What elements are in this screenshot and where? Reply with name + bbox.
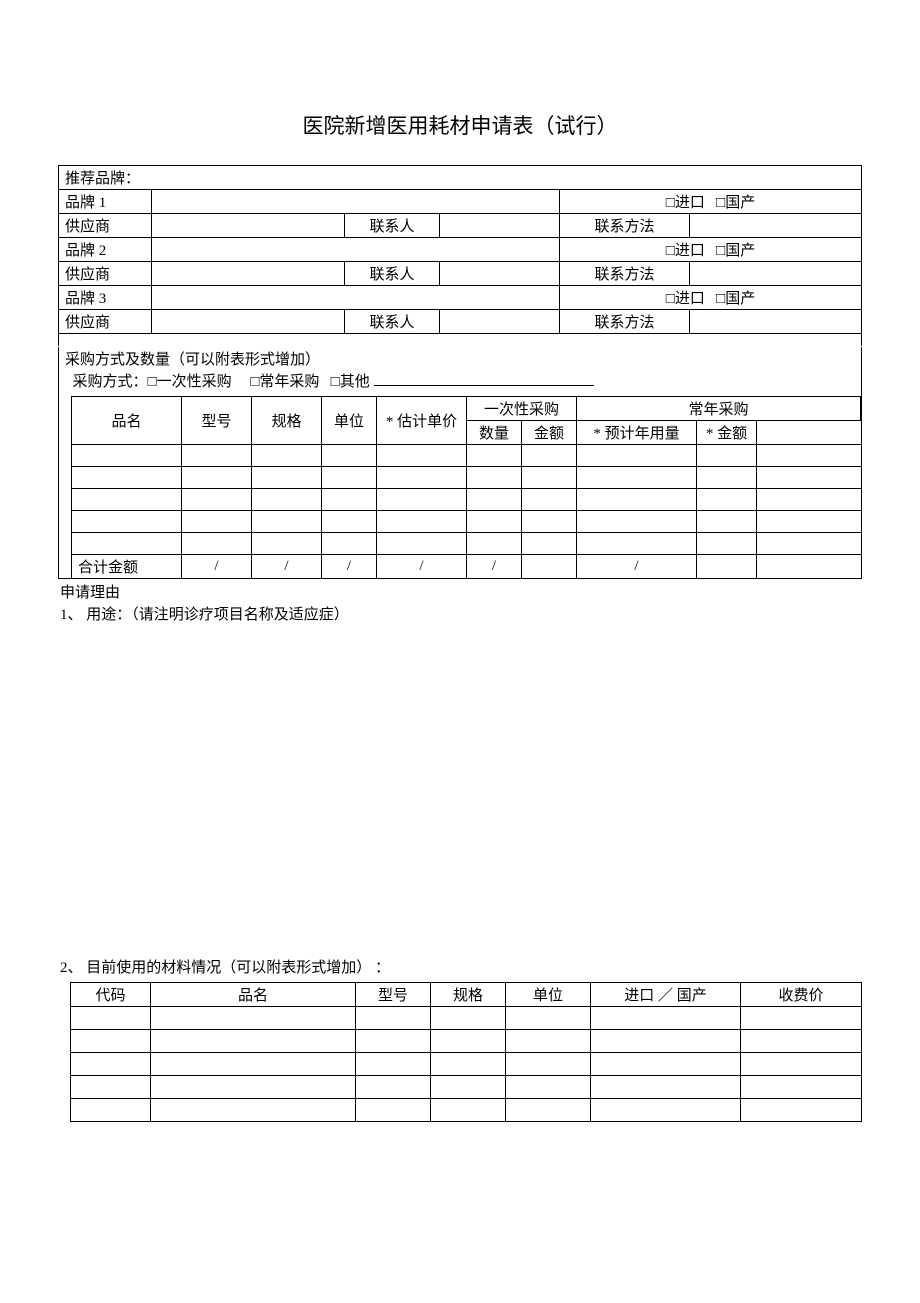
col-amt: 金额 bbox=[522, 420, 577, 444]
slash: / bbox=[577, 554, 697, 578]
col-model: 型号 bbox=[182, 396, 252, 444]
contactmethod1-value[interactable] bbox=[690, 214, 862, 238]
brand2-origin[interactable]: □进口 □国产 bbox=[560, 238, 862, 262]
contact3-label: 联系人 bbox=[345, 310, 440, 334]
spacer bbox=[59, 334, 862, 346]
item-row[interactable] bbox=[72, 444, 861, 466]
slash: / bbox=[322, 554, 377, 578]
total-label: 合计金额 bbox=[72, 554, 182, 578]
total-amt2[interactable] bbox=[697, 554, 757, 578]
contactmethod3-value[interactable] bbox=[690, 310, 862, 334]
contactmethod2-value[interactable] bbox=[690, 262, 862, 286]
supplier2-value[interactable] bbox=[152, 262, 345, 286]
materials-table: 代码 品名 型号 规格 单位 进口 ／ 国产 收费价 bbox=[70, 982, 862, 1122]
brand1-label: 品牌 1 bbox=[59, 190, 152, 214]
slash: / bbox=[182, 554, 252, 578]
mat-row[interactable] bbox=[71, 1099, 862, 1122]
col-annual: 常年采购 bbox=[577, 396, 861, 420]
item-row[interactable] bbox=[72, 488, 861, 510]
supplier1-label: 供应商 bbox=[59, 214, 152, 238]
mat-col-name: 品名 bbox=[151, 983, 356, 1007]
mat-col-code: 代码 bbox=[71, 983, 151, 1007]
mat-col-spec: 规格 bbox=[431, 983, 506, 1007]
contact2-label: 联系人 bbox=[345, 262, 440, 286]
rec-header: 推荐品牌： bbox=[59, 166, 862, 190]
items-table: 品名 型号 规格 单位 * 估计单价 一次性采购 常年采购 数量 金额 * 预计… bbox=[71, 396, 861, 578]
brand2-label: 品牌 2 bbox=[59, 238, 152, 262]
contactmethod2-label: 联系方法 bbox=[560, 262, 690, 286]
col-name: 品名 bbox=[72, 396, 182, 444]
brand1-value[interactable] bbox=[152, 190, 560, 214]
col-estprice: * 估计单价 bbox=[377, 396, 467, 444]
brands-table: 推荐品牌： 品牌 1 □进口 □国产 供应商 联系人 联系方法 品牌 2 □进口… bbox=[58, 165, 862, 346]
brand2-value[interactable] bbox=[152, 238, 560, 262]
col-spec: 规格 bbox=[252, 396, 322, 444]
brand1-origin[interactable]: □进口 □国产 bbox=[560, 190, 862, 214]
supplier1-value[interactable] bbox=[152, 214, 345, 238]
purchase-header: 采购方式及数量（可以附表形式增加） bbox=[65, 349, 855, 372]
contact1-label: 联系人 bbox=[345, 214, 440, 238]
slash: / bbox=[467, 554, 522, 578]
col-unit: 单位 bbox=[322, 396, 377, 444]
supplier3-label: 供应商 bbox=[59, 310, 152, 334]
col-qty: 数量 bbox=[467, 420, 522, 444]
brand3-label: 品牌 3 bbox=[59, 286, 152, 310]
supplier2-label: 供应商 bbox=[59, 262, 152, 286]
purchase-header-cell: 采购方式及数量（可以附表形式增加） 采购方式：□一次性采购 □常年采购 □其他 bbox=[59, 347, 862, 396]
col-extra bbox=[757, 420, 861, 444]
mat-row[interactable] bbox=[71, 1076, 862, 1099]
contactmethod3-label: 联系方法 bbox=[560, 310, 690, 334]
slash: / bbox=[252, 554, 322, 578]
contact3-value[interactable] bbox=[440, 310, 560, 334]
mat-col-unit: 单位 bbox=[506, 983, 591, 1007]
col-onetime: 一次性采购 bbox=[467, 396, 577, 420]
item-row[interactable] bbox=[72, 510, 861, 532]
purchase-mode-row[interactable]: 采购方式：□一次性采购 □常年采购 □其他 bbox=[65, 371, 855, 394]
contactmethod1-label: 联系方法 bbox=[560, 214, 690, 238]
mat-col-model: 型号 bbox=[356, 983, 431, 1007]
reason-header: 申请理由 bbox=[60, 582, 860, 605]
mat-col-origin: 进口 ／ 国产 bbox=[591, 983, 741, 1007]
col-amt2: * 金额 bbox=[697, 420, 757, 444]
total-row: 合计金额 / / / / / / bbox=[72, 554, 861, 578]
supplier3-value[interactable] bbox=[152, 310, 345, 334]
mat-col-price: 收费价 bbox=[741, 983, 862, 1007]
mat-row[interactable] bbox=[71, 1053, 862, 1076]
page-title: 医院新增医用耗材申请表（试行） bbox=[58, 110, 862, 140]
total-extra bbox=[757, 554, 861, 578]
reason-line1: 1、 用途：（请注明诊疗项目名称及适应症） bbox=[60, 604, 860, 627]
item-row[interactable] bbox=[72, 532, 861, 554]
mat-row[interactable] bbox=[71, 1007, 862, 1030]
reason-content-area[interactable] bbox=[60, 627, 860, 957]
reason-block: 申请理由 1、 用途：（请注明诊疗项目名称及适应症） 2、 目前使用的材料情况（… bbox=[58, 579, 862, 983]
contact1-value[interactable] bbox=[440, 214, 560, 238]
mat-row[interactable] bbox=[71, 1030, 862, 1053]
col-estannual: * 预计年用量 bbox=[577, 420, 697, 444]
brand3-origin[interactable]: □进口 □国产 bbox=[560, 286, 862, 310]
purchase-section: 采购方式及数量（可以附表形式增加） 采购方式：□一次性采购 □常年采购 □其他 … bbox=[58, 347, 862, 579]
total-amt1[interactable] bbox=[522, 554, 577, 578]
reason-line2: 2、 目前使用的材料情况（可以附表形式增加） ： bbox=[60, 957, 860, 980]
brand3-value[interactable] bbox=[152, 286, 560, 310]
item-row[interactable] bbox=[72, 466, 861, 488]
contact2-value[interactable] bbox=[440, 262, 560, 286]
slash: / bbox=[377, 554, 467, 578]
